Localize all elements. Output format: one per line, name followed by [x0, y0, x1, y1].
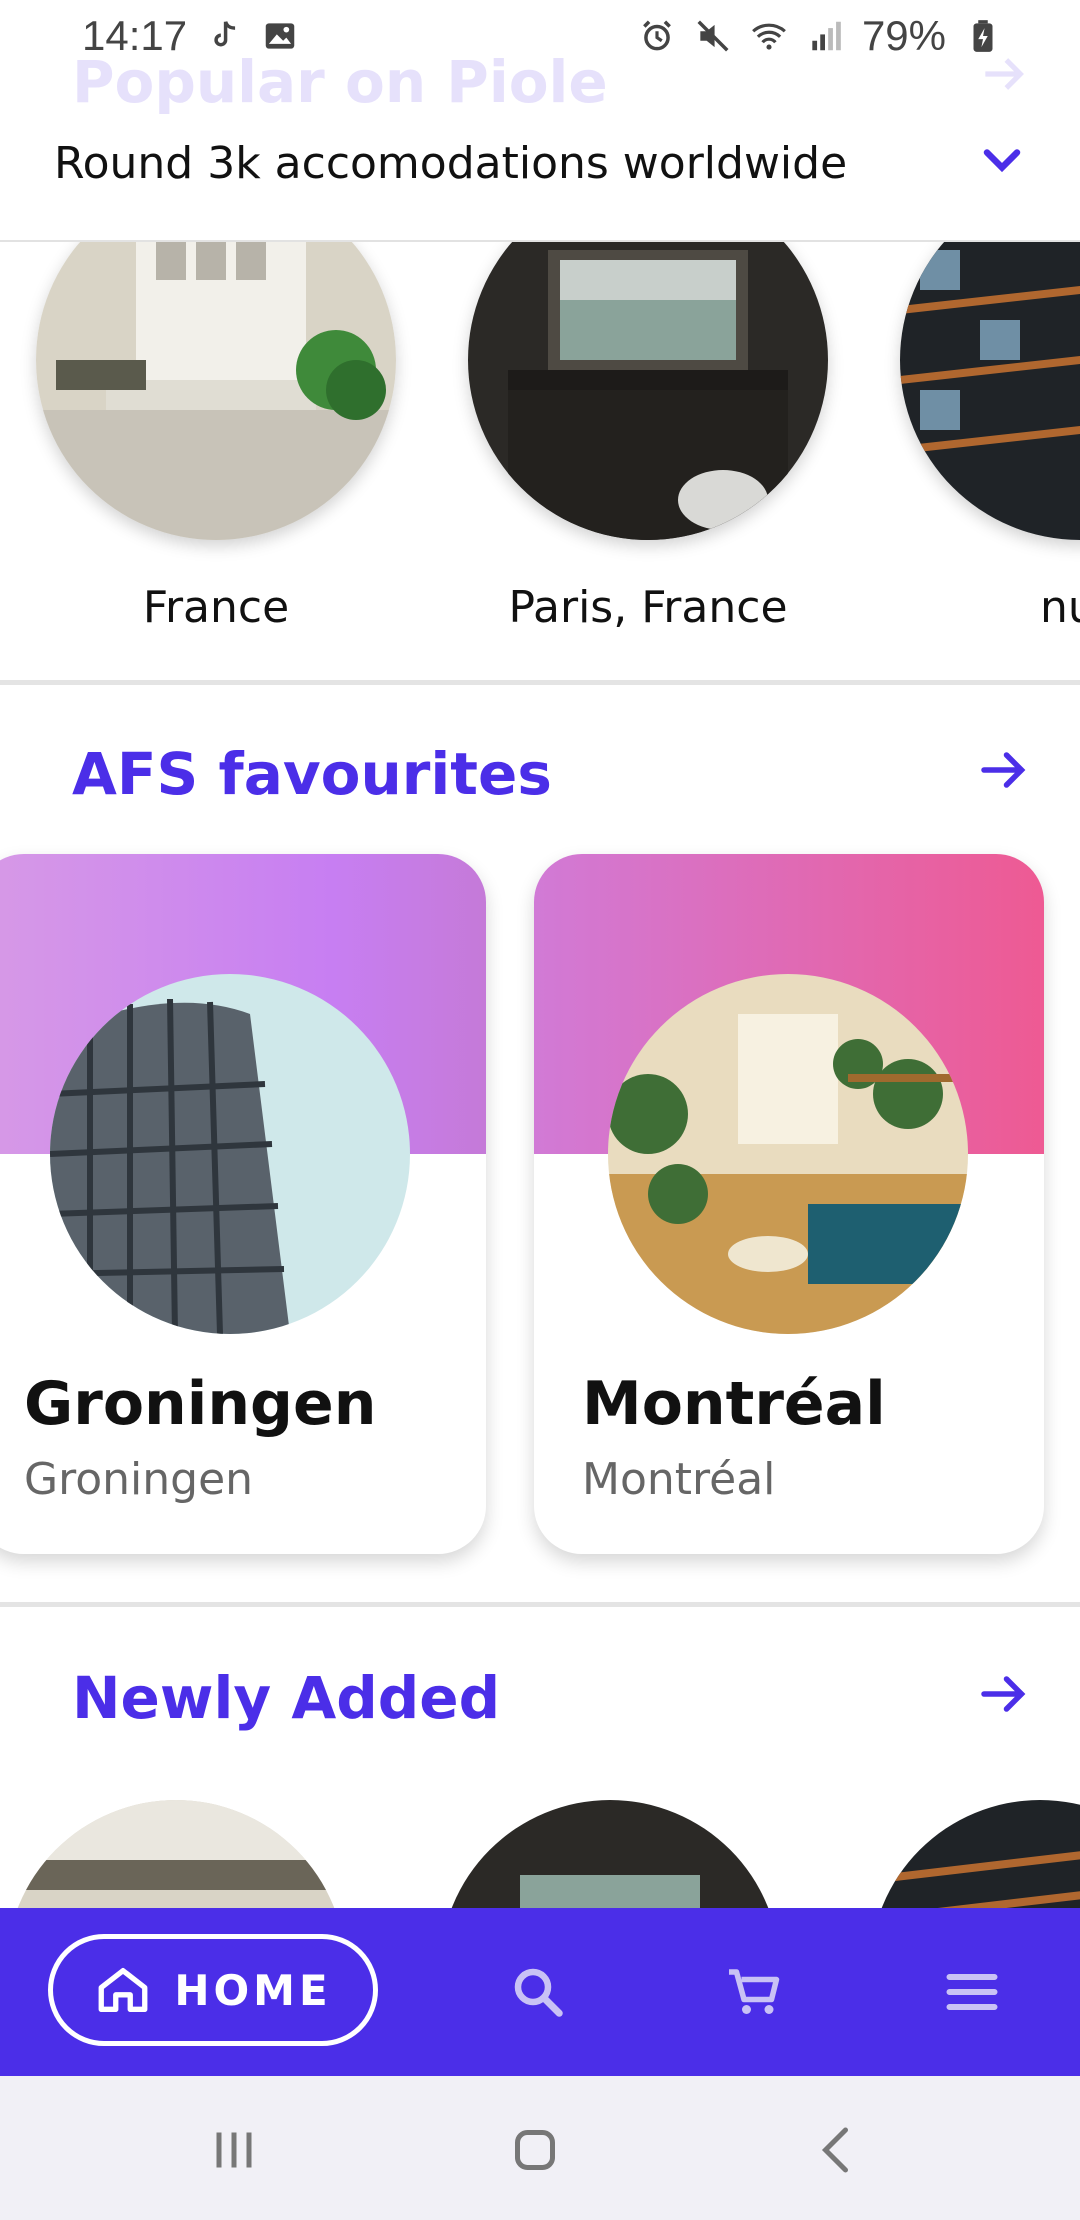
home-icon — [98, 1968, 148, 2012]
alarm-icon — [643, 20, 671, 51]
newly-item-image[interactable] — [870, 1800, 1080, 1910]
status-bar: 14:17 79% — [0, 0, 1080, 72]
chevron-down-icon[interactable] — [972, 130, 1032, 190]
back-icon[interactable] — [808, 2120, 868, 2180]
sticky-header: Round 3k accomodations worldwide — [0, 120, 1080, 242]
newly-carousel[interactable] — [0, 1800, 1080, 1910]
afs-card[interactable]: Groningen Groningen — [0, 854, 486, 1554]
status-time: 14:17 — [82, 12, 188, 59]
section-divider — [0, 1602, 1080, 1607]
place-label: nu — [1040, 582, 1080, 633]
nav-home-button[interactable]: HOME — [48, 1934, 378, 2046]
cart-icon[interactable] — [724, 1962, 784, 2022]
battery-icon — [973, 20, 993, 52]
card-image — [50, 974, 410, 1334]
popular-carousel[interactable]: France Paris, France n — [0, 180, 1080, 680]
card-image — [608, 974, 968, 1334]
signal-icon — [812, 21, 841, 51]
afs-card[interactable]: Montréal Montréal — [534, 854, 1044, 1554]
place-label: Paris, France — [508, 582, 788, 633]
place-label: France — [142, 582, 290, 633]
card-subtitle: Montréal — [582, 1454, 776, 1505]
card-subtitle: Groningen — [24, 1454, 254, 1505]
newly-item-image[interactable] — [440, 1800, 780, 1910]
nav-home-label: HOME — [174, 1965, 332, 2015]
search-icon[interactable] — [508, 1962, 568, 2022]
tiktok-icon — [214, 21, 236, 47]
status-left: 14:17 — [82, 12, 299, 60]
section-divider — [0, 680, 1080, 685]
newly-item-image[interactable] — [6, 1800, 346, 1910]
status-right: 79% — [638, 12, 1002, 60]
afs-arrow-icon[interactable] — [974, 740, 1034, 800]
recent-apps-icon[interactable] — [204, 2120, 264, 2180]
place-item[interactable]: France — [36, 180, 396, 633]
card-name: Groningen — [24, 1369, 377, 1439]
menu-icon[interactable] — [942, 1962, 1002, 2022]
place-item[interactable]: Paris, France — [468, 180, 828, 633]
newly-section-title: Newly Added — [72, 1664, 501, 1732]
mute-icon — [697, 20, 729, 52]
card-name: Montréal — [582, 1369, 886, 1439]
place-item[interactable]: nu — [900, 180, 1080, 633]
newly-arrow-icon[interactable] — [974, 1664, 1034, 1724]
battery-percent: 79% — [861, 12, 946, 59]
header-title: Round 3k accomodations worldwide — [54, 138, 848, 189]
afs-section-title: AFS favourites — [72, 740, 552, 808]
system-nav-bar — [0, 2076, 1080, 2220]
bottom-nav: HOME — [0, 1908, 1080, 2076]
wifi-icon — [752, 23, 786, 50]
home-system-icon[interactable] — [505, 2120, 565, 2180]
gallery-icon — [265, 23, 295, 49]
